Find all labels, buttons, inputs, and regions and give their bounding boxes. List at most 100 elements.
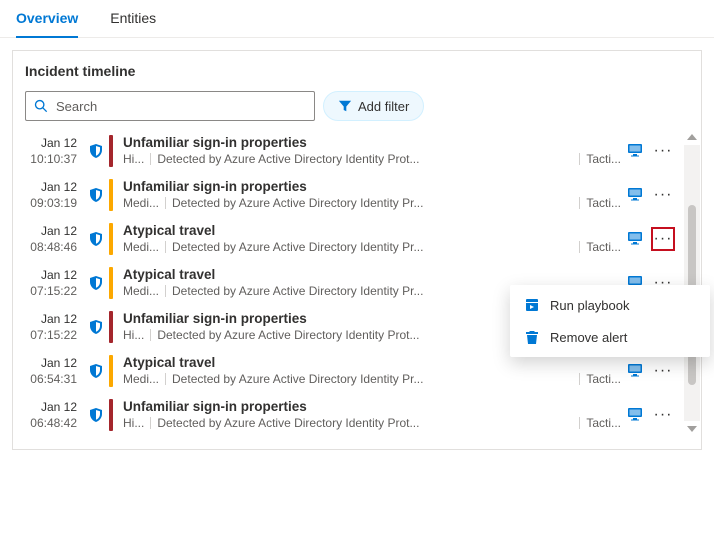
- severity-text: Hi...: [123, 152, 144, 166]
- trash-icon: [524, 329, 540, 345]
- severity-bar: [109, 267, 113, 299]
- alert-meta: Medi... Detected by Azure Active Director…: [123, 372, 621, 386]
- add-filter-label: Add filter: [358, 99, 409, 114]
- alert-title: Atypical travel: [123, 267, 621, 282]
- tab-overview[interactable]: Overview: [16, 0, 78, 38]
- timeline-list: Jan 1210:10:37Unfamiliar sign-in propert…: [25, 129, 683, 437]
- scroll-track[interactable]: [684, 145, 700, 421]
- timestamp: Jan 1206:54:31: [29, 355, 83, 387]
- timestamp: Jan 1206:48:42: [29, 399, 83, 431]
- filter-icon: [338, 99, 352, 113]
- toolbar: Add filter: [25, 91, 701, 121]
- monitor-icon: [627, 186, 643, 205]
- more-actions-button[interactable]: ···: [651, 183, 675, 207]
- timestamp: Jan 1210:10:37: [29, 135, 83, 167]
- detection-text: Detected by Azure Active Directory Ident…: [172, 240, 573, 254]
- severity-bar: [109, 223, 113, 255]
- timeline-row[interactable]: Jan 1208:48:46 Atypical travelMedi...Dete…: [25, 217, 683, 261]
- severity-text: Medi...: [123, 240, 159, 254]
- shield-icon: [83, 399, 109, 431]
- shield-icon: [83, 311, 109, 343]
- menu-remove-alert[interactable]: Remove alert: [510, 321, 710, 353]
- severity-text: Medi...: [123, 372, 159, 386]
- severity-bar: [109, 179, 113, 211]
- severity-text: Hi...: [123, 416, 144, 430]
- tactics-text: Tacti...: [586, 416, 621, 430]
- shield-icon: [83, 223, 109, 255]
- detection-text: Detected by Azure Active Directory Ident…: [157, 152, 573, 166]
- shield-icon: [83, 355, 109, 387]
- timestamp: Jan 1207:15:22: [29, 311, 83, 343]
- date: Jan 12: [29, 135, 77, 151]
- context-menu: Run playbook Remove alert: [510, 285, 710, 357]
- date: Jan 12: [29, 179, 77, 195]
- detection-text: Detected by Azure Active Directory Ident…: [157, 416, 573, 430]
- timestamp: Jan 1209:03:19: [29, 179, 83, 211]
- alert-meta: Medi... Detected by Azure Active Director…: [123, 196, 621, 210]
- menu-remove-label: Remove alert: [550, 330, 627, 345]
- menu-run-playbook[interactable]: Run playbook: [510, 289, 710, 321]
- tactics-text: Tacti...: [586, 196, 621, 210]
- timeline-row[interactable]: Jan 1209:03:19 Unfamiliar sign-in propert…: [25, 173, 683, 217]
- search-input[interactable]: [54, 98, 306, 115]
- scrollbar[interactable]: [683, 129, 701, 437]
- date: Jan 12: [29, 223, 77, 239]
- severity-bar: [109, 355, 113, 387]
- date: Jan 12: [29, 267, 77, 283]
- tactics-text: Tacti...: [586, 152, 621, 166]
- alert-title: Unfamiliar sign-in properties: [123, 399, 621, 414]
- more-actions-button[interactable]: ···: [651, 227, 675, 251]
- monitor-icon: [627, 406, 643, 425]
- date: Jan 12: [29, 355, 77, 371]
- alert-meta: Medi... Detected by Azure Active Director…: [123, 240, 621, 254]
- monitor-icon: [627, 142, 643, 161]
- menu-run-label: Run playbook: [550, 298, 630, 313]
- more-actions-button[interactable]: ···: [651, 359, 675, 383]
- severity-bar: [109, 399, 113, 431]
- panel-title: Incident timeline: [25, 63, 701, 79]
- row-content: Atypical travelMedi...Detected by Azure …: [123, 223, 621, 255]
- time: 06:48:42: [29, 415, 77, 431]
- row-content: Atypical travel Medi... Detected by Azure …: [123, 355, 621, 387]
- time: 07:15:22: [29, 283, 77, 299]
- severity-bar: [109, 135, 113, 167]
- time: 09:03:19: [29, 195, 77, 211]
- monitor-icon: [627, 362, 643, 381]
- scroll-up-icon[interactable]: [686, 131, 698, 143]
- time: 10:10:37: [29, 151, 77, 167]
- severity-text: Hi...: [123, 328, 144, 342]
- severity-text: Medi...: [123, 196, 159, 210]
- shield-icon: [83, 267, 109, 299]
- shield-icon: [83, 135, 109, 167]
- search-icon: [34, 99, 48, 113]
- time: 07:15:22: [29, 327, 77, 343]
- tab-bar: Overview Entities: [0, 0, 714, 38]
- search-box[interactable]: [25, 91, 315, 121]
- shield-icon: [83, 179, 109, 211]
- timeline-row[interactable]: Jan 1210:10:37 Unfamiliar sign-in propert…: [25, 129, 683, 173]
- more-actions-button[interactable]: ···: [651, 139, 675, 163]
- add-filter-button[interactable]: Add filter: [323, 91, 424, 121]
- detection-text: Detected by Azure Active Directory Ident…: [172, 196, 573, 210]
- row-content: Unfamiliar sign-in properties Hi... Detect…: [123, 135, 621, 167]
- detection-text: Detected by Azure Active Directory Ident…: [172, 372, 573, 386]
- scroll-down-icon[interactable]: [686, 423, 698, 435]
- severity-bar: [109, 311, 113, 343]
- alert-title: Atypical travel: [123, 355, 621, 370]
- tactics-text: Tacti...: [586, 372, 621, 386]
- date: Jan 12: [29, 399, 77, 415]
- timeline-row[interactable]: Jan 1206:48:42 Unfamiliar sign-in propert…: [25, 393, 683, 437]
- row-content: Unfamiliar sign-in properties Hi... Detect…: [123, 399, 621, 431]
- time: 06:54:31: [29, 371, 77, 387]
- time: 08:48:46: [29, 239, 77, 255]
- alert-title: Unfamiliar sign-in properties: [123, 135, 621, 150]
- incident-timeline-panel: Incident timeline Add filter Jan 1210:10…: [12, 50, 702, 450]
- row-content: Unfamiliar sign-in propertiesMedi...Dete…: [123, 179, 621, 211]
- playbook-icon: [524, 297, 540, 313]
- tab-entities[interactable]: Entities: [110, 0, 156, 37]
- more-actions-button[interactable]: ···: [651, 403, 675, 427]
- severity-text: Medi...: [123, 284, 159, 298]
- monitor-icon: [627, 230, 643, 249]
- alert-meta: Hi... Detected by Azure Active Directory …: [123, 152, 621, 166]
- tactics-text: Tacti...: [586, 240, 621, 254]
